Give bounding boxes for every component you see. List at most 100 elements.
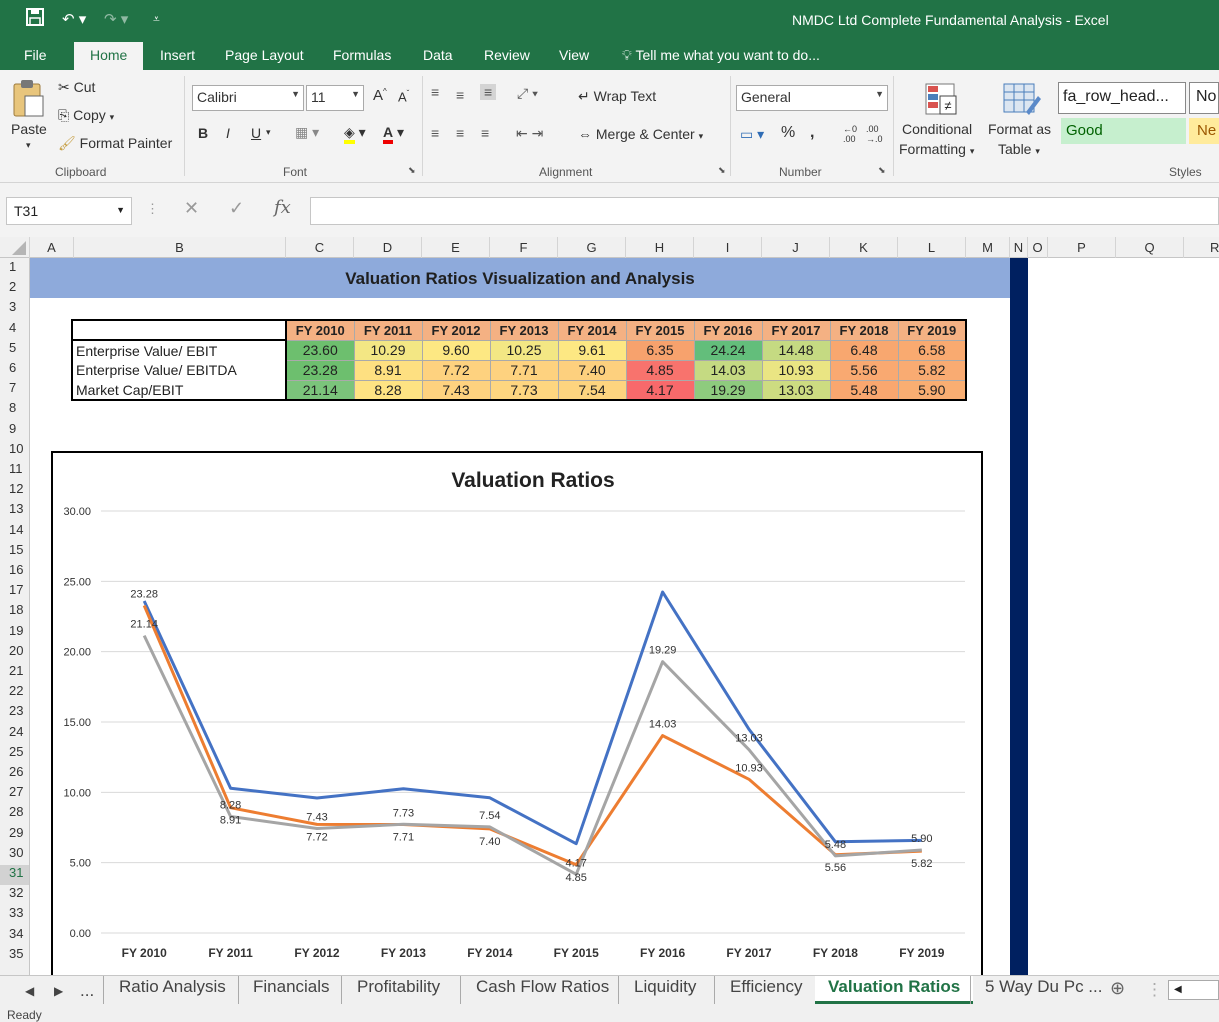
cell-style-normal[interactable]: No — [1189, 82, 1219, 114]
value-cell[interactable]: 5.48 — [829, 379, 899, 401]
row-header[interactable]: 31 — [0, 865, 29, 885]
fill-color-icon[interactable]: ◈ ▾ — [344, 124, 366, 144]
row-header[interactable]: 22 — [0, 683, 29, 703]
tab-view[interactable]: View — [559, 47, 589, 63]
value-cell[interactable]: 4.85 — [625, 359, 695, 381]
percent-button[interactable]: % — [781, 124, 795, 142]
value-cell[interactable]: 6.48 — [829, 339, 899, 361]
font-shrink-icon[interactable]: Aˇ — [398, 89, 409, 104]
row-header[interactable]: 12 — [0, 481, 29, 501]
year-header-cell[interactable]: FY 2012 — [421, 319, 491, 341]
column-header[interactable]: R — [1184, 237, 1219, 258]
fx-icon[interactable]: fx — [274, 197, 291, 218]
series-line[interactable] — [142, 634, 922, 876]
font-size-select[interactable]: 11 ▼ — [306, 85, 364, 111]
sheet-tab-active[interactable]: Valuation Ratios — [815, 976, 974, 1004]
row-header[interactable]: 30 — [0, 845, 29, 865]
row-header[interactable]: 1 — [0, 259, 29, 279]
customize-icon[interactable]: ⩡ — [153, 12, 160, 27]
font-color-icon[interactable]: A ▾ — [383, 124, 404, 144]
row-header[interactable]: 24 — [0, 724, 29, 744]
value-cell[interactable]: 14.03 — [693, 359, 763, 381]
chart[interactable]: Valuation Ratios 0.00 5.00 10.00 15.00 20.00 2… — [51, 451, 983, 975]
sheet-tab[interactable]: 5 Way Du Pc ... — [970, 976, 1102, 1004]
sheet-area[interactable]: Valuation Ratios Visualization and Analy… — [30, 258, 1219, 975]
tab-data[interactable]: Data — [423, 47, 453, 63]
ratio-label-cell[interactable]: Enterprise Value/ EBIT — [71, 339, 287, 360]
row-header[interactable]: 26 — [0, 764, 29, 784]
value-cell[interactable]: 7.54 — [557, 379, 627, 401]
value-cell[interactable]: 10.29 — [353, 339, 423, 361]
column-header[interactable]: N — [1010, 237, 1028, 258]
row-header[interactable]: 10 — [0, 441, 29, 461]
row-header[interactable]: 7 — [0, 380, 29, 400]
undo-icon[interactable]: ↶ ▾ — [62, 10, 86, 28]
value-cell[interactable]: 5.82 — [897, 359, 967, 381]
enter-icon[interactable]: ✓ — [229, 198, 244, 219]
year-header-cell[interactable]: FY 2017 — [761, 319, 831, 341]
paste-button[interactable]: Paste — [11, 121, 47, 137]
copy-button[interactable]: ⎘ Copy ▾ — [58, 107, 114, 124]
year-header-cell[interactable]: FY 2015 — [625, 319, 695, 341]
align-right-icon[interactable]: ≡ — [481, 125, 489, 141]
column-header[interactable]: D — [354, 237, 422, 258]
value-cell[interactable]: 8.28 — [353, 379, 423, 401]
increase-decimal-icon[interactable]: ←0.00 — [843, 124, 857, 144]
value-cell[interactable]: 7.71 — [489, 359, 559, 381]
value-cell[interactable]: 9.60 — [421, 339, 491, 361]
table-corner-cell[interactable] — [71, 319, 287, 340]
column-header[interactable]: A — [30, 237, 74, 258]
column-header[interactable]: Q — [1116, 237, 1184, 258]
redo-icon[interactable]: ↷ ▾ — [104, 10, 128, 28]
tab-page-layout[interactable]: Page Layout — [225, 47, 304, 63]
sheet-tab[interactable]: Liquidity — [618, 976, 696, 1004]
bold-button[interactable]: B — [198, 125, 208, 141]
tab-review[interactable]: Review — [484, 47, 530, 63]
year-header-cell[interactable]: FY 2011 — [353, 319, 423, 341]
column-header[interactable]: K — [830, 237, 898, 258]
font-launcher-icon[interactable]: ⬊ — [408, 165, 416, 176]
year-header-cell[interactable]: FY 2016 — [693, 319, 763, 341]
sheet-tab[interactable]: Efficiency — [714, 976, 802, 1004]
comma-button[interactable]: , — [810, 124, 814, 142]
value-cell[interactable]: 21.14 — [285, 379, 355, 401]
year-header-cell[interactable]: FY 2010 — [285, 319, 355, 341]
year-header-cell[interactable]: FY 2018 — [829, 319, 899, 341]
align-left-icon[interactable]: ≡ — [431, 125, 439, 141]
row-header[interactable]: 34 — [0, 926, 29, 946]
value-cell[interactable]: 5.90 — [897, 379, 967, 401]
value-cell[interactable]: 10.93 — [761, 359, 831, 381]
year-header-cell[interactable]: FY 2013 — [489, 319, 559, 341]
row-header[interactable]: 17 — [0, 582, 29, 602]
value-cell[interactable]: 24.24 — [693, 339, 763, 361]
value-cell[interactable]: 10.25 — [489, 339, 559, 361]
row-header[interactable]: 33 — [0, 905, 29, 925]
paste-dropdown-icon[interactable]: ▾ — [26, 140, 31, 151]
add-sheet-icon[interactable]: ⊕ — [1110, 977, 1125, 1005]
column-header[interactable]: G — [558, 237, 626, 258]
row-header[interactable]: 18 — [0, 602, 29, 622]
font-grow-icon[interactable]: A^ — [373, 87, 387, 104]
cell-style-good[interactable]: Good — [1061, 118, 1186, 144]
column-header[interactable]: M — [966, 237, 1010, 258]
underline-button[interactable]: U — [251, 125, 261, 141]
horizontal-scrollbar[interactable]: ◀ — [1168, 980, 1219, 1000]
value-cell[interactable]: 14.48 — [761, 339, 831, 361]
conditional-formatting-button[interactable]: Conditional — [902, 121, 972, 137]
value-cell[interactable]: 8.91 — [353, 359, 423, 381]
value-cell[interactable]: 13.03 — [761, 379, 831, 401]
align-middle-icon[interactable]: ≡ — [456, 87, 464, 103]
format-painter-button[interactable]: 🖌︎ Format Painter — [58, 135, 172, 152]
align-center-icon[interactable]: ≡ — [456, 125, 464, 141]
conditional-formatting-icon[interactable]: ≠ — [924, 82, 962, 120]
value-cell[interactable]: 7.43 — [421, 379, 491, 401]
row-header[interactable]: 5 — [0, 340, 29, 360]
value-cell[interactable]: 23.60 — [285, 339, 355, 361]
row-header[interactable]: 27 — [0, 784, 29, 804]
indent-icon[interactable]: ⇤ ⇥ — [516, 125, 543, 142]
align-bottom-icon[interactable]: ≡ — [480, 84, 497, 100]
tab-home[interactable]: Home — [74, 42, 144, 72]
column-header[interactable]: F — [490, 237, 558, 258]
value-cell[interactable]: 23.28 — [285, 359, 355, 381]
series-line[interactable] — [142, 604, 922, 867]
